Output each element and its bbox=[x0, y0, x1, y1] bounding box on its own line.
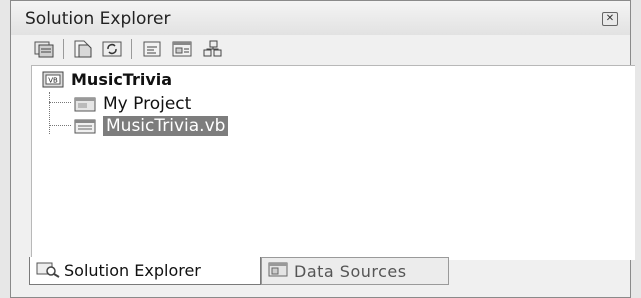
view-designer-icon[interactable] bbox=[171, 39, 193, 59]
panel-tabs: Solution Explorer Data Sources bbox=[29, 257, 632, 287]
tab-label: Solution Explorer bbox=[64, 261, 201, 280]
tree-item-label: MusicTrivia.vb bbox=[103, 116, 229, 136]
tab-solution-explorer[interactable]: Solution Explorer bbox=[29, 257, 261, 285]
show-all-files-icon[interactable] bbox=[71, 39, 93, 59]
tab-label: Data Sources bbox=[294, 261, 407, 281]
tree-item-my-project[interactable]: My Project bbox=[74, 94, 191, 114]
vb-project-icon: VB bbox=[42, 71, 64, 88]
tree-item-musictrivia-vb[interactable]: MusicTrivia.vb bbox=[74, 116, 229, 136]
panel-title: Solution Explorer bbox=[25, 9, 171, 29]
panel-titlebar: Solution Explorer ✕ bbox=[11, 1, 630, 35]
data-sources-icon bbox=[267, 260, 291, 282]
solution-explorer-icon bbox=[35, 260, 61, 282]
tab-data-sources[interactable]: Data Sources bbox=[261, 257, 449, 285]
properties-icon[interactable] bbox=[33, 39, 55, 59]
solution-explorer-panel: Solution Explorer ✕ VB MusicTrivia My Pr… bbox=[10, 0, 635, 298]
toolbar bbox=[33, 37, 608, 63]
tree-item-label: My Project bbox=[103, 94, 192, 114]
form-icon bbox=[74, 118, 96, 135]
toolbar-separator bbox=[131, 39, 132, 59]
tree-connector bbox=[49, 102, 71, 103]
my-project-icon bbox=[74, 96, 96, 113]
tree-connector bbox=[49, 125, 71, 126]
view-code-icon[interactable] bbox=[141, 39, 163, 59]
svg-text:VB: VB bbox=[48, 77, 58, 85]
tree-connector bbox=[49, 92, 50, 134]
toolbar-separator bbox=[63, 39, 64, 59]
tree-root-node[interactable]: VB MusicTrivia bbox=[42, 70, 172, 89]
tree-root-label: MusicTrivia bbox=[71, 70, 173, 89]
refresh-icon[interactable] bbox=[101, 39, 123, 59]
solution-tree: VB MusicTrivia My Project MusicTrivia.vb bbox=[31, 65, 635, 260]
class-diagram-icon[interactable] bbox=[201, 39, 223, 59]
close-icon[interactable]: ✕ bbox=[602, 12, 618, 26]
